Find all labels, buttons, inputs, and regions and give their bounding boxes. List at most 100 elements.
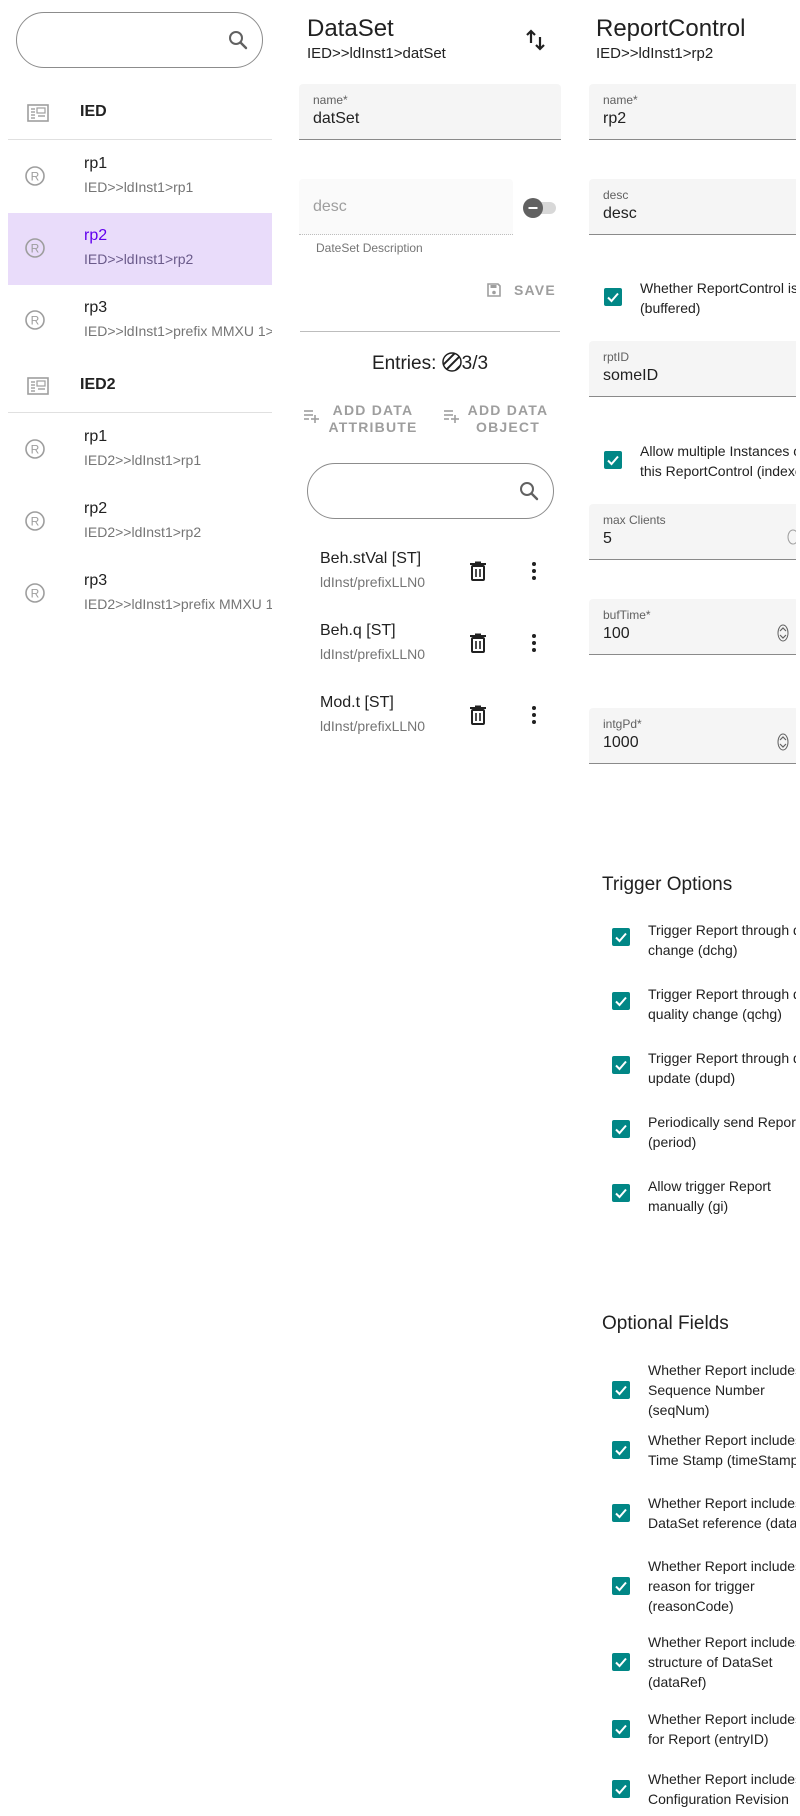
add-data-object-label: ADD DATA OBJECT xyxy=(467,402,549,435)
report-title: rp3 xyxy=(84,299,108,316)
rptid-field[interactable]: rptID someID xyxy=(589,341,796,397)
report-desc-field[interactable]: desc desc xyxy=(589,179,796,235)
indexed-checkbox[interactable] xyxy=(604,451,622,469)
delete-icon[interactable] xyxy=(466,631,490,655)
stepper-icon[interactable] xyxy=(777,733,789,751)
desc-toggle-switch[interactable] xyxy=(522,196,558,218)
optional-field-label: Whether Report includes Time Stamp (timeS… xyxy=(648,1430,796,1470)
more-vert-icon[interactable] xyxy=(522,631,546,655)
optional-field-checkbox[interactable] xyxy=(612,1381,630,1399)
report-icon: R xyxy=(24,237,46,259)
report-item-rp2[interactable]: R rp2 IED>>ldInst1>rp2 xyxy=(8,213,272,285)
stepper-icon[interactable] xyxy=(777,624,789,642)
swap-vert-icon[interactable] xyxy=(524,28,548,52)
intgpd-field[interactable]: intgPd* 1000 xyxy=(589,708,796,764)
report-name-field[interactable]: name* rp2 xyxy=(589,84,796,140)
save-button[interactable]: SAVE xyxy=(486,280,576,306)
ied-header: IED xyxy=(8,84,272,140)
optional-field-label: Whether Report includes reason for trigge… xyxy=(648,1556,796,1616)
trigger-label: Trigger Report through data update (dupd) xyxy=(648,1048,796,1088)
buftime-field[interactable]: bufTime* 100 xyxy=(589,599,796,655)
ied-icon xyxy=(26,375,50,397)
delete-icon[interactable] xyxy=(466,559,490,583)
field-value: someID xyxy=(603,367,659,384)
dataset-desc-field[interactable]: desc xyxy=(299,179,513,235)
field-value: 100 xyxy=(603,625,630,642)
add-data-object-button[interactable]: ADD DATA OBJECT xyxy=(442,402,552,438)
trigger-checkbox[interactable] xyxy=(612,992,630,1010)
entry-path: ldInst/prefixLLN0 xyxy=(320,718,426,734)
trigger-checkbox[interactable] xyxy=(612,1120,630,1138)
trigger-label-line1: Trigger Report through data xyxy=(648,922,796,938)
optional-field-label-line3: (dataRef) xyxy=(648,1674,707,1690)
report-title: rp3 xyxy=(84,572,108,589)
optional-field-label-line2: Sequence Number xyxy=(648,1382,765,1398)
list-item[interactable]: Beh.q [ST] ldInst/prefixLLN0 xyxy=(300,608,560,680)
trigger-checkbox[interactable] xyxy=(612,1056,630,1074)
optional-field-label: Whether Report includes Sequence Number (s… xyxy=(648,1360,796,1420)
optional-field-label-line1: Whether Report includes xyxy=(648,1558,796,1574)
trigger-checkbox[interactable] xyxy=(612,928,630,946)
save-label: SAVE xyxy=(514,282,556,298)
optional-field-label: Whether Report includes for Report (entry… xyxy=(648,1709,796,1749)
optional-field-label-line1: Whether Report includes xyxy=(648,1771,796,1787)
search-icon[interactable] xyxy=(517,479,541,503)
optional-field-label: Whether Report includes Configuration Rev… xyxy=(648,1769,796,1809)
report-item-rp2[interactable]: R rp2 IED2>>ldInst1>rp2 xyxy=(8,486,272,558)
more-vert-icon[interactable] xyxy=(522,559,546,583)
entries-filter-input[interactable] xyxy=(307,463,554,519)
trigger-options-title: Trigger Options xyxy=(602,874,733,895)
report-title: rp2 xyxy=(84,500,108,517)
trigger-label-line2: (period) xyxy=(648,1134,697,1150)
sidebar: IED R rp1 IED>>ldInst1>rp1 R rp2 IED>>ld… xyxy=(0,0,274,1816)
list-item[interactable]: Mod.t [ST] ldInst/prefixLLN0 xyxy=(300,680,560,752)
trigger-label-line2: manually (gi) xyxy=(648,1198,729,1214)
trigger-label-line2: change (dchg) xyxy=(648,942,738,958)
optional-field-label: Whether Report includes DataSet reference… xyxy=(648,1493,796,1533)
trigger-label-line1: Trigger Report through data xyxy=(648,1050,796,1066)
sidebar-search-input[interactable] xyxy=(16,12,263,68)
trigger-label-line1: Periodically send Report xyxy=(648,1114,796,1130)
report-path: IED>>ldInst1>prefix MMXU 1> xyxy=(84,323,272,339)
add-data-attribute-button[interactable]: ADD DATA ATTRIBUTE xyxy=(302,402,422,438)
optional-field-label-line2: DataSet reference (dataSet) xyxy=(648,1515,796,1531)
trigger-label: Trigger Report through data change (dchg) xyxy=(648,920,796,960)
stepper-icon[interactable] xyxy=(787,529,796,545)
optional-field-checkbox[interactable] xyxy=(612,1780,630,1798)
playlist-add-icon xyxy=(302,406,320,424)
trigger-checkbox[interactable] xyxy=(612,1184,630,1202)
optional-field-label-line3: (reasonCode) xyxy=(648,1598,734,1614)
optional-field-checkbox[interactable] xyxy=(612,1441,630,1459)
svg-text:R: R xyxy=(31,242,40,256)
report-item-rp1[interactable]: R rp1 IED>>ldInst1>rp1 xyxy=(8,141,272,213)
report-path: IED2>>ldInst1>rp2 xyxy=(84,524,202,540)
list-item[interactable]: Beh.stVal [ST] ldInst/prefixLLN0 xyxy=(300,536,560,608)
max-clients-field[interactable]: max Clients 5 xyxy=(589,504,796,560)
optional-field-checkbox[interactable] xyxy=(612,1504,630,1522)
optional-field-checkbox[interactable] xyxy=(612,1720,630,1738)
dataset-name-field[interactable]: name* datSet xyxy=(299,84,561,140)
ied-name: IED2 xyxy=(80,376,116,393)
report-item-rp1[interactable]: R rp1 IED2>>ldInst1>rp1 xyxy=(8,414,272,486)
entry-title: Beh.stVal [ST] xyxy=(320,550,422,567)
report-control-panel: ReportControl IED>>ldInst1>rp2 name* rp2… xyxy=(580,0,796,1816)
report-title: rp1 xyxy=(84,155,108,172)
report-path: IED2>>ldInst1>rp1 xyxy=(84,452,202,468)
delete-icon[interactable] xyxy=(466,703,490,727)
report-title: rp1 xyxy=(84,428,108,445)
more-vert-icon[interactable] xyxy=(522,703,546,727)
optional-field-checkbox[interactable] xyxy=(612,1577,630,1595)
ied-header: IED2 xyxy=(8,357,272,413)
trigger-label-line1: Allow trigger Report xyxy=(648,1178,771,1194)
optional-field-label-line3: (seqNum) xyxy=(648,1402,710,1418)
indexed-label-text: Allow multiple Instances of this ReportC… xyxy=(640,443,796,479)
report-item-rp3[interactable]: R rp3 IED2>>ldInst1>prefix MMXU 1 xyxy=(8,558,272,630)
trigger-label-line1: Trigger Report through data xyxy=(648,986,796,1002)
playlist-add-icon xyxy=(442,406,460,424)
report-item-rp3[interactable]: R rp3 IED>>ldInst1>prefix MMXU 1> xyxy=(8,285,272,357)
entries-status-icon xyxy=(441,352,462,372)
ied-name: IED xyxy=(80,103,107,120)
buffered-checkbox[interactable] xyxy=(604,288,622,306)
search-icon[interactable] xyxy=(226,28,250,52)
optional-field-checkbox[interactable] xyxy=(612,1653,630,1671)
